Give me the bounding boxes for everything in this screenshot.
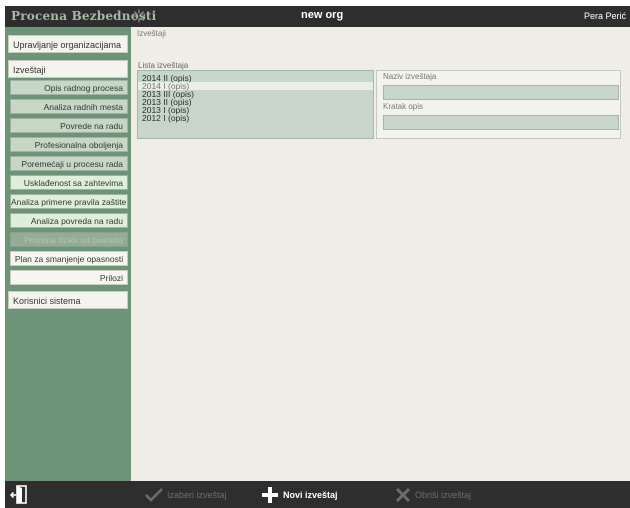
spinner-icon bbox=[132, 9, 146, 23]
organization-name: new org bbox=[301, 9, 344, 21]
sidebar-item-manage-organizations[interactable]: Upravljanje organizacijama bbox=[8, 35, 128, 53]
sidebar-subitem-protection-rules-analysis[interactable]: Analiza primene pravila zaštite bbox=[10, 194, 128, 209]
plus-icon bbox=[262, 486, 278, 503]
sidebar-subitem-work-process[interactable]: Opis radnog procesa bbox=[10, 80, 128, 95]
select-report-label: Izaberi izveštaj bbox=[167, 489, 227, 500]
sidebar-subitem-occupational-diseases[interactable]: Profesionalna oboljenja bbox=[10, 137, 128, 152]
report-list: 2014 II (opis) 2014 I (opis) 2013 III (o… bbox=[137, 70, 374, 139]
sidebar-item-reports[interactable]: Izveštaji bbox=[8, 60, 128, 78]
breadcrumb: Izveštaji bbox=[137, 29, 166, 38]
user-name[interactable]: Pera Perić bbox=[584, 11, 626, 21]
report-name-label: Naziv izveštaja bbox=[383, 72, 437, 81]
new-report-label: Novi izveštaj bbox=[283, 489, 338, 500]
sidebar-item-system-users[interactable]: Korisnici sistema bbox=[8, 291, 128, 309]
short-description-input[interactable] bbox=[383, 115, 619, 130]
delete-report-label: Obriši izveštaj bbox=[415, 489, 472, 500]
sidebar-subitem-injury-risk-assessment: Procena rizika od povreda bbox=[10, 232, 128, 247]
select-report-button[interactable]: Izaberi izveštaj bbox=[145, 485, 227, 504]
sidebar-subitem-injury-analysis[interactable]: Analiza povreda na radu bbox=[10, 213, 128, 228]
bottom-toolbar: Izaberi izveštaj Novi izveštaj Obriši iz… bbox=[5, 481, 630, 508]
check-icon bbox=[145, 487, 163, 502]
sidebar: Upravljanje organizacijama Izveštaji Opi… bbox=[5, 27, 131, 481]
report-details-panel: Naziv izveštaja Kratak opis bbox=[376, 70, 621, 139]
sidebar-subitem-hazard-reduction-plan[interactable]: Plan za smanjenje opasnosti bbox=[10, 251, 128, 266]
app-window: Procena Bezbednosti new org Pera Perić U… bbox=[5, 6, 630, 508]
report-list-label: Lista izveštaja bbox=[138, 61, 189, 70]
sidebar-subitem-compliance[interactable]: Usklađenost sa zahtevima bbox=[10, 175, 128, 190]
new-report-button[interactable]: Novi izveštaj bbox=[261, 485, 338, 504]
exit-door-icon[interactable] bbox=[10, 485, 28, 504]
report-list-item[interactable]: 2012 I (opis) bbox=[138, 114, 373, 123]
short-description-label: Kratak opis bbox=[383, 102, 424, 111]
top-bar: Procena Bezbednosti new org Pera Perić bbox=[5, 6, 630, 27]
x-icon bbox=[395, 487, 411, 502]
delete-report-button[interactable]: Obriši izveštaj bbox=[395, 485, 471, 504]
sidebar-subitem-injuries[interactable]: Povrede na radu bbox=[10, 118, 128, 133]
sidebar-subitem-process-disruptions[interactable]: Poremećaji u procesu rada bbox=[10, 156, 128, 171]
sidebar-subitem-workplace-analysis[interactable]: Analiza radnih mesta bbox=[10, 99, 128, 114]
report-name-input[interactable] bbox=[383, 85, 619, 100]
sidebar-subitem-attachments[interactable]: Prilozi bbox=[10, 270, 128, 285]
